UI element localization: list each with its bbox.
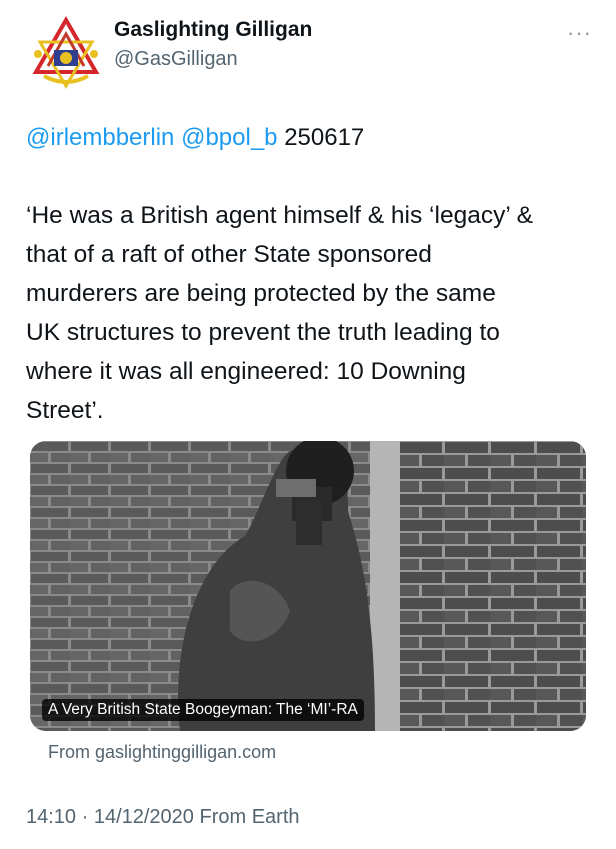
tweet-text: ‘He was a British agent himself & his ‘l…	[26, 202, 533, 424]
link-card-image	[30, 441, 586, 731]
link-card-title: A Very British State Boogeyman: The ‘MI’…	[42, 699, 364, 721]
tweet-mentions: @irlembberlin @bpol_b 250617	[26, 123, 364, 153]
author-name[interactable]: Gaslighting Gilligan	[114, 18, 312, 42]
more-options-icon[interactable]: ···	[567, 20, 592, 46]
author-handle[interactable]: @GasGilligan	[114, 48, 238, 71]
tweet-timestamp[interactable]: 14:10 · 14/12/2020 From Earth	[26, 806, 300, 829]
mention-link[interactable]: @irlembberlin	[26, 124, 174, 151]
link-source-domain[interactable]: From gaslightinggilligan.com	[48, 742, 276, 763]
masonic-emblem-icon	[27, 15, 105, 93]
mention-link[interactable]: @bpol_b	[181, 124, 277, 151]
avatar[interactable]	[26, 14, 106, 94]
tweet-reference-number: 250617	[284, 124, 365, 151]
link-card[interactable]: A Very British State Boogeyman: The ‘MI’…	[30, 441, 586, 731]
